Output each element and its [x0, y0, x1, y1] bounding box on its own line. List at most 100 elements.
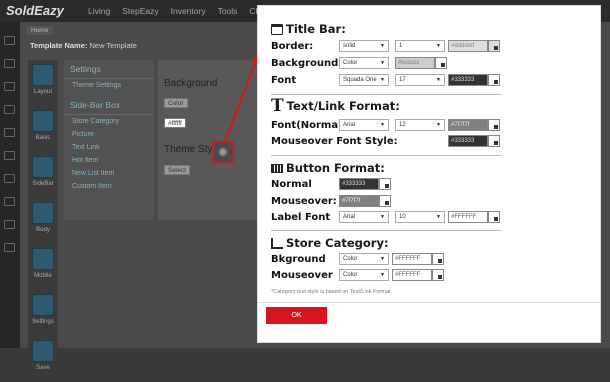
title-font-family-select[interactable]: Squada One ▼ [339, 74, 389, 86]
bkground-type-select[interactable]: Color ▼ [339, 253, 389, 265]
text-t-icon: T [271, 96, 284, 116]
title-font-color-value: #333333 [451, 77, 475, 83]
border-style-select[interactable]: solid ▼ [339, 40, 389, 52]
border-style-value: solid [343, 43, 356, 49]
chevron-down-icon: ▼ [436, 214, 441, 220]
mouseover-font-color-input[interactable]: #333333 [448, 135, 488, 147]
title-background-color-value: #cccccc [398, 60, 420, 66]
link-font-color-input[interactable]: #7f7f7f [448, 119, 488, 131]
divider [271, 155, 501, 156]
title-font-color-input[interactable]: #333333 [448, 74, 488, 86]
category-mouseover-color-value: #FFFFFF [395, 272, 421, 278]
chevron-down-icon: ▼ [380, 272, 385, 278]
text-link-section-header: T Text/Link Format: [271, 96, 400, 116]
link-font-family-select[interactable]: Arial ▼ [339, 119, 389, 131]
title-font-family-value: Squada One [343, 77, 377, 83]
mouseover-font-color-picker[interactable] [488, 135, 500, 147]
store-category-heading: Store Category: [286, 236, 389, 250]
label-font-color-input[interactable]: #FFFFFF [448, 211, 488, 223]
bkground-color-value: #FFFFFF [395, 256, 421, 262]
chevron-down-icon: ▼ [436, 43, 441, 49]
link-font-size-value: 12 [399, 122, 406, 128]
button-icon [271, 163, 283, 173]
font-normal-label: Font(Normal) [271, 119, 347, 131]
link-font-color-picker[interactable] [488, 119, 500, 131]
button-mouseover-color-value: #7f7f7f [342, 198, 361, 204]
button-format-heading: Button Format: [286, 161, 385, 175]
title-font-color-picker[interactable] [488, 74, 500, 86]
title-background-type-value: Color [343, 60, 358, 66]
tree-icon [271, 237, 283, 249]
store-category-section-header: Store Category: [271, 236, 389, 250]
label-font-color-picker[interactable] [488, 211, 500, 223]
border-color-picker[interactable] [488, 40, 500, 52]
button-normal-label: Normal [271, 178, 312, 190]
border-color-value: #dddddd [451, 43, 475, 49]
link-font-size-select[interactable]: 12 ▼ [395, 119, 445, 131]
chevron-down-icon: ▼ [436, 122, 441, 128]
button-normal-color-picker[interactable] [379, 178, 391, 190]
label-font-size-select[interactable]: 10 ▼ [395, 211, 445, 223]
border-row: Border: solid ▼ 1 ▼ #dddddd [271, 40, 500, 52]
border-width-select[interactable]: 1 ▼ [395, 40, 445, 52]
category-mouseover-label: Mouseover [271, 269, 333, 281]
button-normal-row: Normal #333333 [271, 178, 391, 190]
button-mouseover-label: Mouseover: [271, 195, 337, 207]
mouseover-font-row: Mouseover Font Style: #333333 [271, 135, 500, 147]
label-font-size-value: 10 [399, 214, 406, 220]
bkground-color-picker[interactable] [432, 253, 444, 265]
bkground-color-input[interactable]: #FFFFFF [392, 253, 432, 265]
chevron-down-icon: ▼ [380, 60, 385, 66]
font-normal-row: Font(Normal) Arial ▼ 12 ▼ #7f7f7f [271, 119, 500, 131]
divider [271, 230, 501, 231]
mouseover-font-label: Mouseover Font Style: [271, 135, 398, 147]
label-font-row: Label Font Arial ▼ 10 ▼ #FFFFFF [271, 211, 500, 223]
chevron-down-icon: ▼ [380, 77, 385, 83]
chevron-down-icon: ▼ [380, 214, 385, 220]
button-format-section-header: Button Format: [271, 161, 385, 175]
title-font-row: Font Squada One ▼ 17 ▼ #333333 [271, 74, 500, 86]
category-mouseover-type-select[interactable]: Color ▼ [339, 269, 389, 281]
tool-label: Save [36, 365, 50, 371]
link-font-color-value: #7f7f7f [451, 122, 470, 128]
category-mouseover-color-picker[interactable] [432, 269, 444, 281]
ok-button[interactable]: OK [266, 307, 327, 324]
title-font-label: Font [271, 74, 297, 86]
label-font-family-value: Arial [343, 214, 356, 220]
window-icon [271, 23, 283, 35]
bkground-row: Bkground Color ▼ #FFFFFF [271, 253, 444, 265]
title-background-type-select[interactable]: Color ▼ [339, 57, 389, 69]
title-background-row: Background Color ▼ #cccccc [271, 57, 447, 69]
theme-style-dialog: Title Bar: Border: solid ▼ 1 ▼ #dddddd Bac… [257, 5, 601, 343]
title-font-size-select[interactable]: 17 ▼ [395, 74, 445, 86]
button-mouseover-color-input[interactable]: #7f7f7f [339, 195, 379, 207]
bkground-type-value: Color [343, 256, 358, 262]
chevron-down-icon: ▼ [380, 122, 385, 128]
link-font-family-value: Arial [343, 122, 356, 128]
category-mouseover-color-input[interactable]: #FFFFFF [392, 269, 432, 281]
title-bar-section-header: Title Bar: [271, 22, 346, 36]
chevron-down-icon: ▼ [380, 43, 385, 49]
chevron-down-icon: ▼ [436, 77, 441, 83]
text-link-heading: Text/Link Format: [286, 99, 400, 113]
border-color-input[interactable]: #dddddd [448, 40, 488, 52]
label-font-family-select[interactable]: Arial ▼ [339, 211, 389, 223]
title-background-label: Background [271, 57, 339, 69]
divider [271, 94, 501, 95]
button-mouseover-color-picker[interactable] [379, 195, 391, 207]
mouseover-font-color-value: #333333 [451, 138, 475, 144]
label-font-label: Label Font [271, 211, 331, 223]
title-font-size-value: 17 [399, 77, 406, 83]
label-font-color-value: #FFFFFF [451, 214, 477, 220]
button-normal-color-input[interactable]: #333333 [339, 178, 379, 190]
title-bar-heading: Title Bar: [286, 22, 346, 36]
divider [258, 302, 600, 303]
category-mouseover-type-value: Color [343, 272, 358, 278]
chevron-down-icon: ▼ [380, 256, 385, 262]
button-normal-color-value: #333333 [342, 181, 366, 187]
title-background-color-picker[interactable] [435, 57, 447, 69]
button-mouseover-row: Mouseover: #7f7f7f [271, 195, 391, 207]
border-label: Border: [271, 40, 314, 52]
border-width-value: 1 [399, 43, 403, 49]
title-background-color-input[interactable]: #cccccc [395, 57, 435, 69]
